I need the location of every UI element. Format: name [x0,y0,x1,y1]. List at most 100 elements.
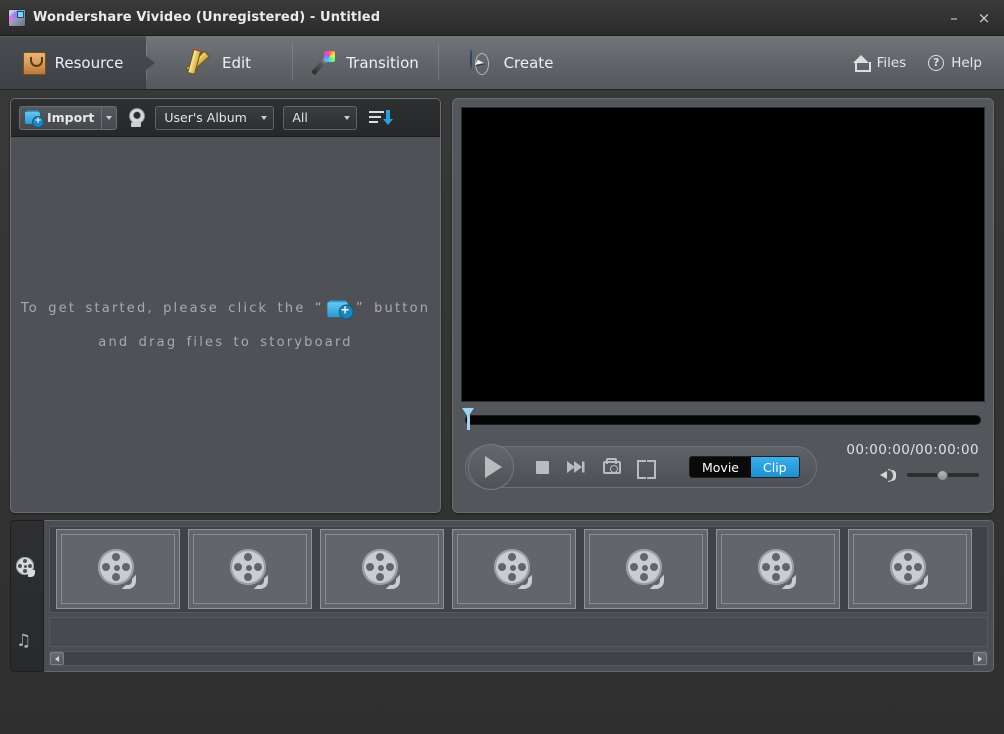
storyboard-slot[interactable] [584,529,708,610]
speaker-icon[interactable] [880,468,898,482]
header-links: Files ? Help [852,36,1004,89]
tab-transition[interactable]: Transition [292,36,438,89]
video-track[interactable] [49,526,988,613]
tab-edit[interactable]: Edit [146,36,292,89]
tab-edit-label: Edit [221,53,252,72]
time-and-volume: 00:00:00/00:00:00 [846,440,985,482]
playhead-marker[interactable] [462,408,474,430]
movie-mode-button[interactable]: Movie [690,457,751,477]
volume-slider[interactable] [907,468,979,482]
empty-state-line-2: and drag files to storyboard [98,334,353,350]
player-controls: Movie Clip 00:00:00/00:00:00 [461,440,985,504]
storyboard-track-rail: ♫ [10,520,44,672]
shopping-bag-icon [22,52,46,75]
sort-descending-icon[interactable] [369,108,394,128]
import-button[interactable]: Import [20,107,101,129]
import-label: Import [47,110,95,125]
tab-resource[interactable]: Resource [0,36,155,89]
storyboard-slot[interactable] [848,529,972,610]
pencil-ruler-icon [187,50,213,76]
question-circle-icon: ? [928,54,945,71]
play-button[interactable] [468,444,514,490]
storyboard-slot[interactable] [188,529,312,610]
help-button[interactable]: ? Help [928,54,982,71]
storyboard-slot[interactable] [320,529,444,610]
home-icon [852,55,872,72]
help-label: Help [951,54,982,71]
import-dropdown-button[interactable] [101,106,116,129]
fullscreen-button[interactable] [636,456,658,479]
main-body: Import User's Album All [0,90,1004,734]
video-track-button[interactable] [16,557,38,579]
film-reel-icon [494,549,534,590]
seek-track[interactable] [465,415,981,425]
audio-track-button[interactable]: ♫ [16,631,38,653]
album-select-value: User's Album [164,110,247,125]
fullscreen-icon [637,460,656,479]
resource-toolbar: Import User's Album All [11,99,440,137]
storyboard-tracks [44,520,994,672]
seek-bar[interactable] [461,408,985,430]
chevron-down-icon [106,115,113,120]
chevron-right-icon [978,655,982,662]
files-button[interactable]: Files [852,54,907,72]
main-tabbar: Resource Edit Transition Create Files ? … [0,36,1004,90]
tab-resource-label: Resource [54,53,124,72]
volume-thumb[interactable] [937,470,948,481]
film-reel-icon [98,549,138,590]
app-logo-icon [8,8,26,27]
storyboard-panel: ♫ [10,520,994,672]
stop-button[interactable] [531,456,553,478]
files-label: Files [876,54,907,71]
transport-bar: Movie Clip [465,444,817,490]
tab-create-label: Create [503,53,554,72]
preview-panel: Movie Clip 00:00:00/00:00:00 [452,98,994,513]
snapshot-button[interactable] [601,456,623,478]
folder-add-icon [327,298,354,319]
window-controls: – × [940,0,998,36]
resource-panel: Import User's Album All [10,98,441,513]
titlebar: Wondershare Vivideo (Unregistered) - Unt… [0,0,1004,36]
video-display[interactable] [461,107,985,402]
clip-mode-button[interactable]: Clip [751,457,799,477]
timecode-display: 00:00:00/00:00:00 [846,442,979,458]
empty-state-text-after: ” button [355,300,431,316]
film-reel-icon [362,549,402,590]
close-button[interactable]: × [970,5,998,31]
scroll-right-button[interactable] [973,652,987,665]
minimize-button[interactable]: – [940,5,968,31]
webcam-icon[interactable] [126,107,146,129]
storyboard-scrollbar[interactable] [49,651,988,666]
folder-add-icon [25,111,44,128]
storyboard-slot[interactable] [716,529,840,610]
window-title: Wondershare Vivideo (Unregistered) - Unt… [33,10,381,25]
empty-state-text-before: To get started, please click the “ [20,300,324,316]
film-reel-icon [230,549,270,590]
film-reel-icon [890,549,930,590]
filter-select-value: All [292,110,308,125]
magic-wand-icon [311,50,337,76]
resource-empty-state: To get started, please click the “ ” but… [11,137,440,512]
scroll-left-button[interactable] [50,652,64,665]
audio-track[interactable] [49,616,988,647]
music-note-icon: ♫ [16,631,32,651]
mode-toggle: Movie Clip [689,456,800,478]
camera-icon [603,458,621,474]
storyboard-slot[interactable] [452,529,576,610]
tab-transition-label: Transition [346,53,419,72]
volume-control [880,468,979,482]
import-button-group[interactable]: Import [19,105,118,130]
chevron-down-icon [261,115,268,120]
filter-select[interactable]: All [283,105,358,130]
empty-state-line-1: To get started, please click the “ ” but… [20,298,431,319]
next-frame-button[interactable] [566,456,588,478]
chevron-left-icon [55,655,59,662]
film-reel-icon [626,549,666,590]
globe-cursor-icon [469,48,495,76]
film-reel-icon [758,549,798,590]
stop-icon [536,461,549,474]
storyboard-slot[interactable] [56,529,180,610]
album-select[interactable]: User's Album [155,105,275,130]
tab-create[interactable]: Create [438,36,584,89]
chevron-down-icon [344,115,351,120]
